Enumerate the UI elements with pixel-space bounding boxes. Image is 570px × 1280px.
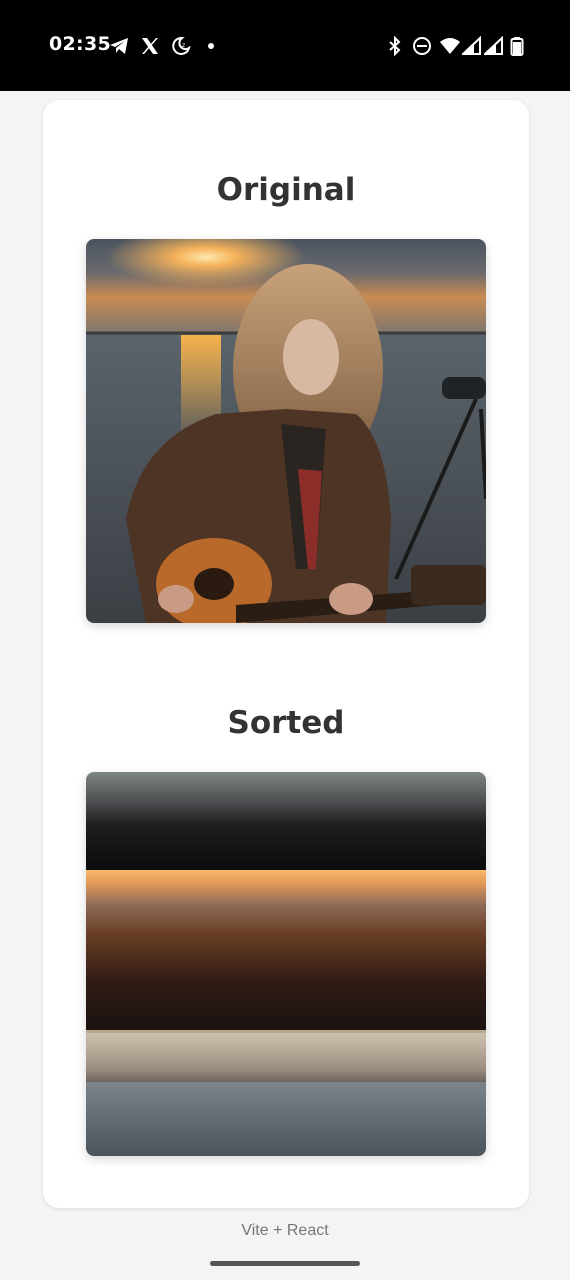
signal-icon [484, 36, 503, 55]
moon-icon: z [172, 36, 191, 55]
image-card: Original Sorted [43, 100, 529, 1208]
dot-icon [208, 43, 214, 49]
sorted-image [86, 772, 486, 1156]
do-not-disturb-icon [413, 37, 431, 55]
x-icon [142, 38, 158, 54]
status-time: 02:35 [49, 33, 111, 55]
sorted-heading: Sorted [227, 705, 345, 741]
home-indicator[interactable] [210, 1261, 360, 1266]
footer-label: Vite + React [241, 1222, 329, 1239]
bluetooth-icon [389, 36, 401, 56]
original-heading: Original [216, 172, 356, 208]
status-bar: 02:35 z [0, 0, 570, 91]
telegram-icon [110, 38, 128, 54]
battery-icon [510, 37, 524, 56]
original-image [86, 239, 486, 623]
svg-text:z: z [182, 42, 185, 49]
signal-icon [462, 36, 481, 55]
wifi-icon [440, 38, 460, 54]
